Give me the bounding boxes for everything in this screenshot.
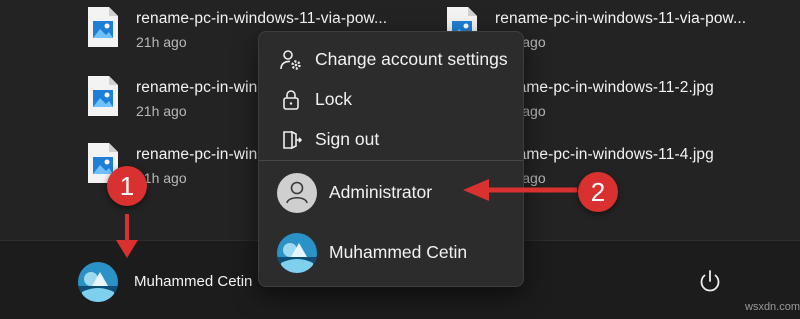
menu-item-label: Sign out bbox=[315, 129, 380, 149]
file-name: rename-pc-in-windo bbox=[136, 79, 275, 96]
recent-file-item[interactable]: rename-pc-in-windo 21h ago bbox=[86, 73, 275, 123]
user-name-label: Muhammed Cetin bbox=[134, 273, 253, 290]
file-time: 21h ago bbox=[136, 103, 187, 119]
image-file-icon bbox=[88, 76, 118, 116]
sign-out-item[interactable]: Sign out bbox=[263, 120, 519, 160]
account-item-muhammed-cetin[interactable]: Muhammed Cetin bbox=[263, 225, 519, 281]
watermark-text: wsxdn.com bbox=[745, 301, 800, 313]
menu-item-label: Change account settings bbox=[315, 49, 508, 69]
annotation-marker-2: 2 bbox=[578, 172, 618, 212]
lock-icon bbox=[283, 90, 299, 110]
user-avatar bbox=[277, 233, 317, 273]
user-avatar bbox=[78, 262, 118, 302]
sign-out-icon bbox=[283, 130, 303, 150]
annotation-marker-1: 1 bbox=[107, 166, 147, 206]
account-settings-icon bbox=[280, 50, 301, 70]
file-name: rename-pc-in-windows-11-via-pow... bbox=[136, 10, 388, 27]
user-account-menu: Change account settings Lock Sign out Ad… bbox=[258, 31, 524, 287]
file-name: rename-pc-in-windo bbox=[136, 146, 275, 163]
menu-divider bbox=[259, 160, 523, 161]
lock-item[interactable]: Lock bbox=[263, 80, 519, 120]
account-label: Administrator bbox=[329, 182, 433, 202]
user-account-button[interactable]: Muhammed Cetin bbox=[74, 261, 274, 303]
account-item-administrator[interactable]: Administrator bbox=[263, 165, 519, 221]
power-icon bbox=[700, 270, 720, 292]
power-button[interactable] bbox=[688, 260, 732, 304]
change-account-settings-item[interactable]: Change account settings bbox=[263, 40, 519, 80]
account-label: Muhammed Cetin bbox=[329, 242, 468, 262]
file-name: rename-pc-in-windows-11-2.jpg bbox=[495, 79, 714, 96]
file-name: rename-pc-in-windows-11-4.jpg bbox=[495, 146, 714, 163]
default-user-avatar bbox=[277, 173, 317, 213]
file-time: 21h ago bbox=[136, 34, 187, 50]
image-file-icon bbox=[88, 7, 118, 47]
menu-item-label: Lock bbox=[315, 89, 352, 109]
file-name: rename-pc-in-windows-11-via-pow... bbox=[495, 10, 747, 27]
